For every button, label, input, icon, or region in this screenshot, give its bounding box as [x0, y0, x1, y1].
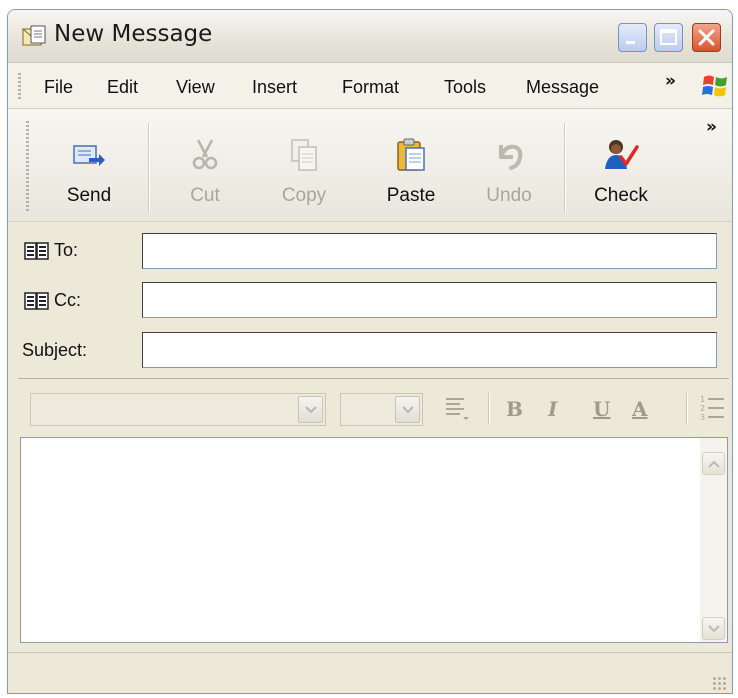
undo-icon — [499, 144, 523, 170]
close-button[interactable] — [692, 23, 721, 52]
font-size-dropdown-button[interactable] — [395, 396, 420, 423]
copy-icon — [291, 139, 317, 171]
toolbar: Send Cut Copy Paste Undo Check » — [8, 109, 732, 222]
undo-label: Undo — [486, 185, 532, 206]
scissors-icon — [192, 139, 218, 170]
font-color-button[interactable]: A — [632, 397, 648, 421]
address-book-icon — [24, 291, 49, 310]
windows-logo-icon — [702, 75, 727, 97]
cut-label: Cut — [190, 185, 220, 206]
menu-bar: File Edit View Insert Format Tools Messa… — [8, 63, 732, 109]
underline-button[interactable]: U — [593, 397, 610, 421]
resize-grip[interactable] — [712, 676, 728, 692]
menu-file[interactable]: File — [44, 77, 73, 98]
copy-button[interactable]: Copy — [269, 131, 339, 211]
menubar-overflow-button[interactable]: » — [665, 71, 676, 91]
italic-button[interactable]: I — [548, 397, 557, 421]
new-message-icon — [22, 25, 46, 46]
menu-tools[interactable]: Tools — [444, 77, 486, 98]
check-label: Check — [594, 185, 648, 206]
svg-text:1: 1 — [700, 395, 705, 404]
toolbar-separator — [564, 123, 565, 213]
copy-label: Copy — [281, 185, 327, 206]
maximize-button[interactable] — [654, 23, 683, 52]
status-bar — [8, 652, 732, 693]
svg-text:3: 3 — [700, 413, 705, 422]
close-icon — [698, 29, 715, 46]
format-separator — [686, 393, 687, 425]
send-label: Send — [66, 185, 112, 206]
cc-label-button[interactable]: Cc: — [24, 290, 81, 311]
check-names-button[interactable]: Check — [586, 131, 656, 211]
paste-label: Paste — [386, 185, 436, 206]
menu-edit[interactable]: Edit — [107, 77, 138, 98]
menu-insert[interactable]: Insert — [252, 77, 297, 98]
send-button[interactable]: Send — [54, 131, 124, 211]
clipboard-icon — [397, 138, 425, 171]
maximize-icon — [660, 29, 677, 45]
scroll-up-button[interactable] — [702, 452, 725, 475]
message-body[interactable] — [20, 437, 728, 643]
minimize-icon — [626, 41, 635, 44]
minimize-button[interactable] — [618, 23, 647, 52]
new-message-window: New Message File Edit View Insert Format… — [7, 9, 733, 694]
paragraph-style-icon[interactable] — [442, 393, 472, 423]
undo-button[interactable]: Undo — [474, 131, 544, 211]
send-icon — [73, 145, 105, 166]
subject-label-text: Subject: — [22, 340, 88, 360]
paste-button[interactable]: Paste — [376, 131, 446, 211]
font-name-combo[interactable] — [30, 393, 326, 426]
vertical-scrollbar[interactable] — [700, 438, 727, 642]
chevron-up-icon — [708, 460, 720, 468]
svg-text:2: 2 — [700, 404, 705, 413]
format-separator — [488, 393, 489, 425]
cc-label: Cc: — [54, 290, 81, 310]
cc-field[interactable] — [142, 282, 717, 318]
chevron-down-icon — [402, 406, 414, 414]
cut-button[interactable]: Cut — [170, 131, 240, 211]
title-bar[interactable]: New Message — [8, 10, 732, 63]
scroll-down-button[interactable] — [702, 617, 725, 640]
toolbar-grip[interactable] — [26, 121, 29, 211]
to-label: To: — [54, 240, 79, 260]
toolbar-overflow-button[interactable]: » — [706, 117, 717, 137]
check-names-icon — [605, 140, 639, 169]
message-header-fields: To: Cc: Subject: — [8, 222, 732, 374]
chevron-down-icon — [305, 406, 317, 414]
subject-label: Subject: — [22, 340, 87, 361]
menu-view[interactable]: View — [176, 77, 215, 98]
chevron-down-icon — [708, 625, 720, 633]
to-label-button[interactable]: To: — [24, 240, 78, 261]
subject-field[interactable] — [142, 332, 717, 368]
font-name-dropdown-button[interactable] — [298, 396, 323, 423]
menubar-grip[interactable] — [18, 73, 21, 99]
bold-button[interactable]: B — [506, 397, 523, 421]
toolbar-separator — [148, 123, 149, 213]
to-field[interactable] — [142, 233, 717, 269]
font-size-combo[interactable] — [340, 393, 423, 426]
window-title: New Message — [54, 21, 213, 47]
formatting-toolbar: B I U A 1 2 3 — [18, 378, 729, 435]
menu-message[interactable]: Message — [526, 77, 599, 98]
menu-format[interactable]: Format — [342, 77, 399, 98]
numbered-list-icon[interactable]: 1 2 3 — [698, 393, 726, 425]
address-book-icon — [24, 241, 49, 260]
